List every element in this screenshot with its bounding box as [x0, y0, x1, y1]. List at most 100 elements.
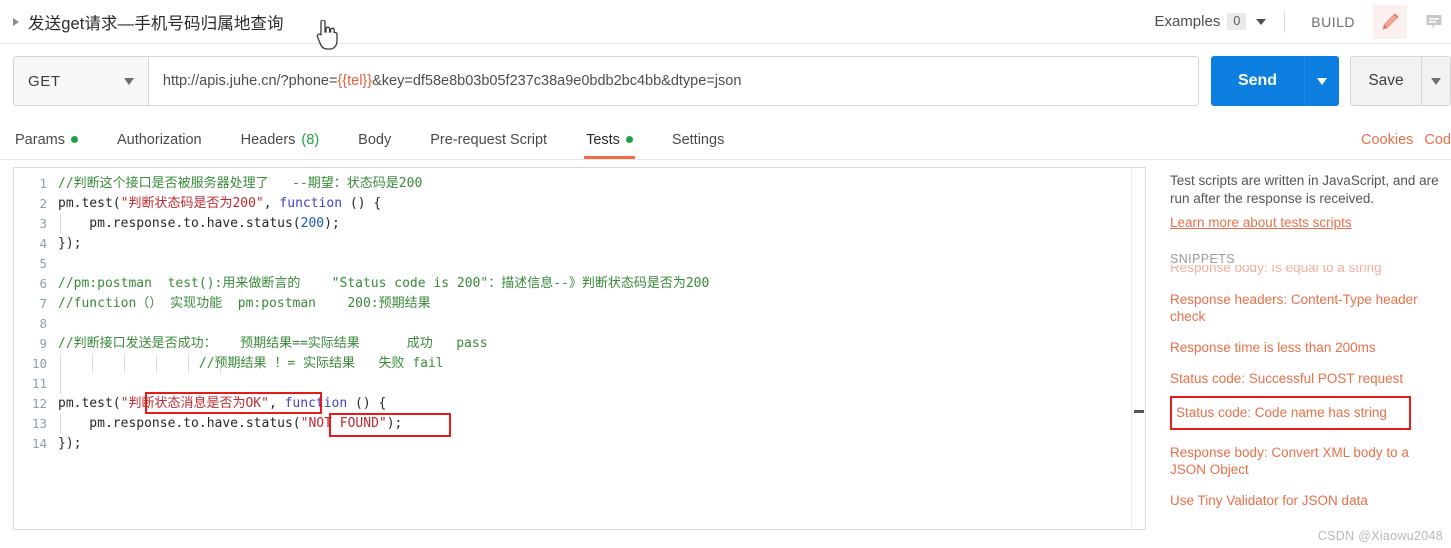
line-text: //pm:postman test():用来做断言的 "Status code … [58, 276, 710, 291]
line-text: pm.test("判断状态码是否为200", function () { [58, 196, 382, 211]
code-line: 6 //pm:postman test():用来做断言的 "Status cod… [14, 274, 1145, 294]
postman-request-builder: 发送get请求—手机号码归属地查询 Examples 0 BUILD GET h… [0, 0, 1451, 548]
code-line: 7 //function（） 实现功能 pm:postman 200:预期结果 [14, 294, 1145, 314]
tests-help-panel: Test scripts are written in JavaScript, … [1170, 172, 1451, 534]
line-number: 10 [31, 356, 47, 371]
tab-label: Pre-request Script [430, 131, 548, 148]
line-text: }); [58, 236, 82, 251]
request-header-bar: 发送get请求—手机号码归属地查询 Examples 0 BUILD [0, 0, 1451, 50]
tab-label: Authorization [116, 131, 202, 148]
editor-scrollbar[interactable] [1131, 168, 1145, 529]
request-url-input[interactable]: http://apis.juhe.cn/?phone={{tel}}&key=d… [147, 56, 1199, 106]
code-line: 5 [14, 254, 1145, 274]
code-line: 12 pm.test("判断状态消息是否为OK", function () { [14, 394, 1145, 414]
chevron-down-icon[interactable] [1256, 18, 1267, 25]
line-text: pm.test("判断状态消息是否为OK", function () { [58, 396, 387, 411]
line-text: //预期结果 ！= 实际结果 失败 fail [58, 354, 1145, 374]
request-url-text: http://apis.juhe.cn/?phone={{tel}}&key=d… [163, 73, 742, 89]
line-number: 11 [31, 376, 47, 391]
line-number: 5 [39, 256, 47, 271]
snippet-item-highlighted[interactable]: Status code: Code name has string [1170, 396, 1411, 430]
page-title: 发送get请求—手机号码归属地查询 [28, 14, 284, 33]
editor-scrollbar-thumb[interactable] [1134, 410, 1144, 413]
save-button[interactable]: Save [1350, 56, 1421, 106]
send-button[interactable]: Send [1211, 56, 1304, 106]
line-text: pm.response.to.have.status("NOT FOUND"); [58, 414, 1145, 434]
modified-dot-icon [625, 136, 633, 143]
tab-settings[interactable]: Settings [670, 120, 726, 159]
url-variable: {{tel}} [337, 73, 373, 89]
send-button-group: Send [1211, 56, 1339, 106]
tab-tests[interactable]: Tests [584, 120, 635, 159]
line-text-inner: //预期结果 ！= 实际结果 失败 fail [58, 356, 444, 371]
header-right-actions: Examples 0 BUILD [1154, 0, 1451, 44]
code-line: 11 [14, 374, 1145, 394]
code-line: 2 pm.test("判断状态码是否为200", function () { [14, 194, 1145, 214]
tab-authorization[interactable]: Authorization [115, 120, 204, 159]
build-button[interactable]: BUILD [1303, 14, 1363, 30]
http-method-select[interactable]: GET [13, 56, 148, 106]
tab-body[interactable]: Body [356, 120, 393, 159]
chevron-down-icon [1431, 77, 1441, 85]
line-number: 3 [39, 216, 47, 231]
examples-label: Examples [1154, 13, 1221, 30]
line-number: 14 [31, 436, 47, 451]
line-text [58, 374, 1145, 394]
examples-count-badge: 0 [1227, 13, 1247, 30]
tab-params[interactable]: Params [13, 120, 80, 159]
tab-headers[interactable]: Headers (8) [239, 120, 322, 159]
examples-dropdown[interactable]: Examples 0 [1154, 13, 1267, 30]
code-line: 9 //判断接口发送是否成功： 预期结果==实际结果 成功 pass [14, 334, 1145, 354]
cookies-link[interactable]: Cookies [1361, 132, 1413, 148]
tab-label: Tests [586, 131, 620, 148]
line-text: pm.response.to.have.status(200); [58, 214, 1145, 234]
code-line: 3 pm.response.to.have.status(200); [14, 214, 1145, 234]
request-tabs: Params Authorization Headers (8) Body Pr… [0, 120, 1451, 160]
http-method-value: GET [28, 72, 61, 90]
snippet-item[interactable]: Use Tiny Validator for JSON data [1170, 492, 1446, 509]
pencil-icon[interactable] [1373, 4, 1407, 39]
learn-more-link[interactable]: Learn more about tests scripts [1170, 215, 1451, 230]
snippet-item[interactable]: Response headers: Content-Type header ch… [1170, 291, 1446, 325]
line-number: 9 [39, 336, 47, 351]
snippet-item[interactable]: Response body: Convert XML body to a JSO… [1170, 444, 1446, 478]
triangle-right-icon[interactable] [13, 17, 19, 26]
line-number: 2 [39, 196, 47, 211]
header-divider [1284, 10, 1286, 33]
tab-label: Params [15, 131, 65, 148]
tab-label: Headers [240, 131, 296, 148]
line-number: 8 [39, 316, 47, 331]
line-number: 6 [39, 276, 47, 291]
line-text: }); [58, 436, 82, 451]
chevron-down-icon[interactable] [123, 77, 134, 85]
send-options-button[interactable] [1304, 56, 1339, 106]
code-line: 14 }); [14, 434, 1145, 454]
mouse-cursor-pointer [316, 19, 338, 50]
line-text [58, 314, 1145, 334]
line-number: 13 [31, 416, 47, 431]
code-link[interactable]: Cod [1424, 132, 1451, 148]
line-number: 7 [39, 296, 47, 311]
tests-description: Test scripts are written in JavaScript, … [1170, 173, 1439, 206]
tests-script-editor[interactable]: 1 //判断这个接口是否被服务器处理了 --期望：状态码是200 2 pm.te… [13, 167, 1146, 530]
modified-dot-icon [70, 136, 78, 143]
tab-pre-request-script[interactable]: Pre-request Script [428, 120, 549, 159]
line-number: 4 [39, 236, 47, 251]
snippet-item[interactable]: Response time is less than 200ms [1170, 339, 1446, 356]
request-url-row: GET http://apis.juhe.cn/?phone={{tel}}&k… [0, 55, 1451, 107]
comment-icon[interactable] [1417, 5, 1451, 39]
snippet-item[interactable]: Response body: Is equal to a string [1170, 265, 1446, 276]
line-number: 1 [39, 176, 47, 191]
snippet-item[interactable]: Status code: Successful POST request [1170, 370, 1446, 387]
line-text: //判断接口发送是否成功： 预期结果==实际结果 成功 pass [58, 336, 488, 351]
url-prefix: http://apis.juhe.cn/?phone= [162, 73, 338, 89]
code-line: 10 //预期结果 ！= 实际结果 失败 fail [14, 354, 1145, 374]
line-text [58, 254, 1145, 274]
tabs-right-links: Cookies Cod [1361, 120, 1451, 159]
save-button-group: Save [1350, 56, 1451, 106]
save-options-button[interactable] [1421, 56, 1451, 106]
tab-label: Body [358, 131, 392, 148]
code-line: 8 [14, 314, 1145, 334]
tab-label: Settings [671, 131, 725, 148]
code-content[interactable]: 1 //判断这个接口是否被服务器处理了 --期望：状态码是200 2 pm.te… [14, 168, 1145, 454]
